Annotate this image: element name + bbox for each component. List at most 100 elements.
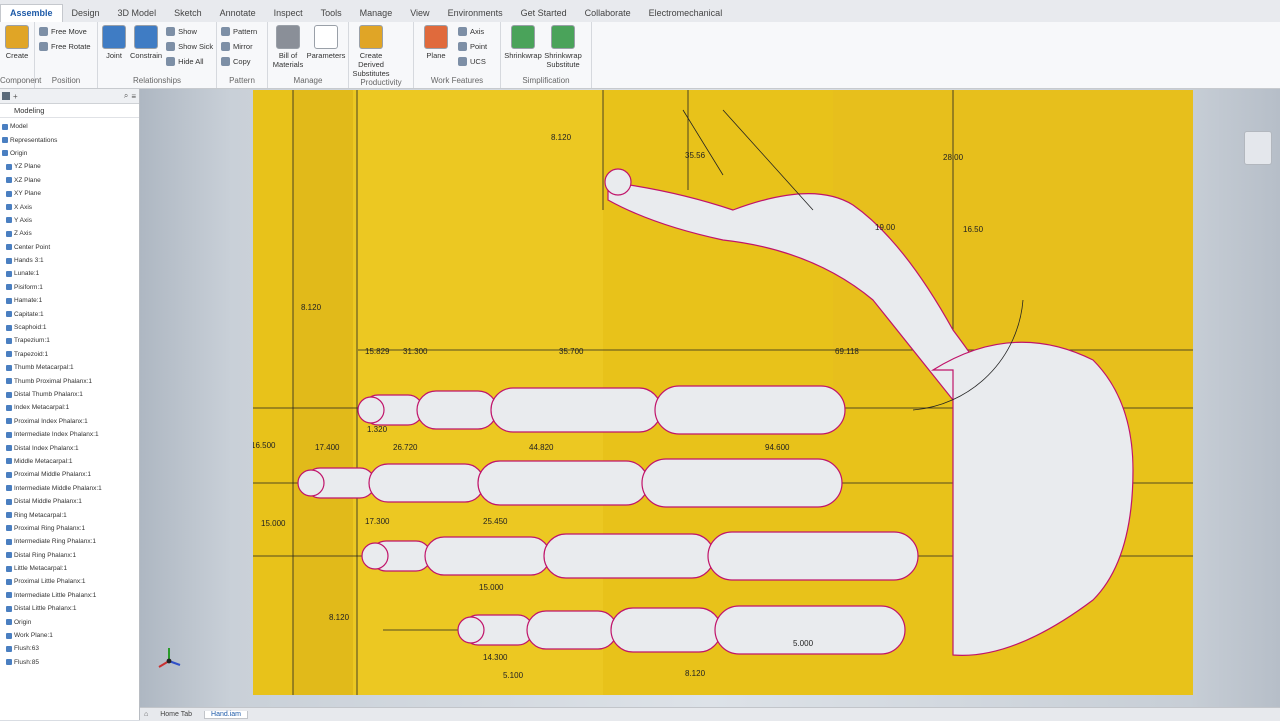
derived-substitutes-button[interactable]: Create Derived Substitutes — [352, 25, 390, 78]
browser-node[interactable]: Hands 3:1 — [0, 254, 139, 267]
browser-node[interactable]: Y Axis — [0, 214, 139, 227]
show-button[interactable]: Show — [166, 25, 213, 38]
browser-node[interactable]: Proximal Index Phalanx:1 — [0, 415, 139, 428]
browser-node[interactable]: Flush:63 — [0, 642, 139, 655]
copy-button[interactable]: Copy — [221, 55, 257, 68]
browser-node[interactable]: Pisiform:1 — [0, 281, 139, 294]
dimension-label[interactable]: 28.00 — [943, 153, 964, 162]
dimension-label[interactable]: 15.000 — [261, 519, 286, 528]
tab-view[interactable]: View — [401, 5, 438, 22]
shrinkwrap-substitute-button[interactable]: Shrinkwrap Substitute — [544, 25, 582, 69]
browser-node[interactable]: Middle Metacarpal:1 — [0, 455, 139, 468]
ucs-button[interactable]: UCS — [458, 55, 487, 68]
browser-node[interactable]: Thumb Proximal Phalanx:1 — [0, 374, 139, 387]
browser-node[interactable]: Intermediate Middle Phalanx:1 — [0, 482, 139, 495]
hand-sketch[interactable]: 8.120 35.56 28.00 19.00 16.50 8.120 15.829 31.3… — [253, 90, 1193, 695]
browser-node[interactable]: YZ Plane — [0, 160, 139, 173]
bone-segment[interactable] — [543, 533, 715, 579]
create-button[interactable]: Create — [4, 25, 30, 60]
add-icon[interactable]: + — [13, 92, 18, 101]
browser-node[interactable]: Thumb Metacarpal:1 — [0, 361, 139, 374]
browser-node[interactable]: Trapezium:1 — [0, 334, 139, 347]
home-icon[interactable]: ⌂ — [144, 711, 148, 718]
bone-segment[interactable] — [610, 607, 722, 653]
dimension-label[interactable]: 25.450 — [483, 517, 508, 526]
browser-node[interactable]: Z Axis — [0, 227, 139, 240]
bone-segment[interactable] — [654, 385, 846, 435]
tab-annotate[interactable]: Annotate — [211, 5, 265, 22]
browser-node[interactable]: Ring Metacarpal:1 — [0, 508, 139, 521]
fingertip[interactable] — [297, 469, 325, 497]
parameters-button[interactable]: Parameters — [307, 25, 345, 60]
bone-segment[interactable] — [368, 463, 485, 503]
bone-segment[interactable] — [477, 460, 649, 506]
browser-node[interactable]: Capitate:1 — [0, 307, 139, 320]
browser-node[interactable]: Distal Thumb Phalanx:1 — [0, 388, 139, 401]
bone-segment[interactable] — [707, 531, 919, 581]
dimension-label[interactable]: 94.600 — [765, 443, 790, 452]
browser-node[interactable]: Intermediate Index Phalanx:1 — [0, 428, 139, 441]
constrain-button[interactable]: Constrain — [130, 25, 162, 60]
dimension-label[interactable]: 14.300 — [483, 653, 508, 662]
tab-collaborate[interactable]: Collaborate — [576, 5, 640, 22]
dimension-label[interactable]: 15.000 — [479, 583, 504, 592]
browser-node[interactable]: Work Plane:1 — [0, 629, 139, 642]
dimension-label[interactable]: 15.829 — [365, 347, 390, 356]
fingertip[interactable] — [457, 616, 485, 644]
viewcube-icon[interactable] — [1244, 131, 1272, 165]
browser-node[interactable]: Distal Middle Phalanx:1 — [0, 495, 139, 508]
hamburger-icon[interactable]: ≡ — [131, 92, 136, 101]
browser-tab-modeling[interactable]: Modeling — [0, 104, 139, 118]
bom-button[interactable]: Bill of Materials — [272, 25, 304, 69]
tab-design[interactable]: Design — [63, 5, 109, 22]
dimension-label[interactable]: 1.320 — [367, 425, 388, 434]
dimension-label[interactable]: 8.120 — [329, 613, 350, 622]
fingertip[interactable] — [357, 396, 385, 424]
axis-button[interactable]: Axis — [458, 25, 487, 38]
browser-menu-icon[interactable] — [2, 92, 10, 100]
bone-segment[interactable] — [424, 536, 551, 576]
joint-button[interactable]: Joint — [102, 25, 126, 60]
dimension-label[interactable]: 5.000 — [793, 639, 814, 648]
browser-node[interactable]: Flush:85 — [0, 656, 139, 669]
browser-node[interactable]: Representations — [0, 133, 139, 146]
dimension-label[interactable]: 19.00 — [875, 223, 896, 232]
browser-node[interactable]: Little Metacarpal:1 — [0, 562, 139, 575]
dimension-label[interactable]: 16.500 — [253, 441, 276, 450]
dimension-label[interactable]: 8.120 — [301, 303, 322, 312]
dimension-label[interactable]: 69.118 — [835, 347, 859, 356]
browser-node[interactable]: Distal Index Phalanx:1 — [0, 441, 139, 454]
browser-node[interactable]: Distal Ring Phalanx:1 — [0, 549, 139, 562]
browser-node[interactable]: Hamate:1 — [0, 294, 139, 307]
tab-tools[interactable]: Tools — [312, 5, 351, 22]
doc-tab[interactable]: Hand.iam — [204, 710, 248, 719]
dimension-label[interactable]: 16.50 — [963, 225, 984, 234]
fingertip[interactable] — [361, 542, 389, 570]
dimension-label[interactable]: 17.300 — [365, 517, 390, 526]
tab-inspect[interactable]: Inspect — [265, 5, 312, 22]
tab-environments[interactable]: Environments — [439, 5, 512, 22]
tab-assemble[interactable]: Assemble — [0, 4, 63, 22]
browser-node[interactable]: Origin — [0, 147, 139, 160]
doc-tab[interactable]: Home Tab — [154, 711, 198, 718]
free-rotate-button[interactable]: Free Rotate — [39, 40, 91, 53]
show-sick-button[interactable]: Show Sick — [166, 40, 213, 53]
free-move-button[interactable]: Free Move — [39, 25, 91, 38]
tab-get-started[interactable]: Get Started — [512, 5, 576, 22]
browser-node[interactable]: Index Metacarpal:1 — [0, 401, 139, 414]
hide-all-button[interactable]: Hide All — [166, 55, 213, 68]
dimension-label[interactable]: 26.720 — [393, 443, 418, 452]
browser-node[interactable]: Scaphoid:1 — [0, 321, 139, 334]
browser-node[interactable]: Intermediate Ring Phalanx:1 — [0, 535, 139, 548]
dimension-label[interactable]: 35.56 — [685, 151, 706, 160]
mirror-button[interactable]: Mirror — [221, 40, 257, 53]
fingertip[interactable] — [604, 168, 632, 196]
search-icon[interactable]: ⌕ — [124, 91, 128, 101]
tab-electromechanical[interactable]: Electromechanical — [640, 5, 732, 22]
pattern-button[interactable]: Pattern — [221, 25, 257, 38]
browser-node[interactable]: XY Plane — [0, 187, 139, 200]
point-button[interactable]: Point — [458, 40, 487, 53]
tab-manage[interactable]: Manage — [351, 5, 402, 22]
browser-node[interactable]: Proximal Middle Phalanx:1 — [0, 468, 139, 481]
dimension-label[interactable]: 44.820 — [529, 443, 554, 452]
